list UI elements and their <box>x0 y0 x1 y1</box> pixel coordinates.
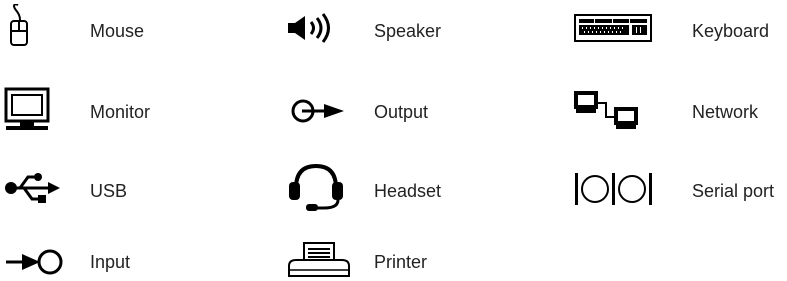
legend-label-input: Input <box>90 252 131 272</box>
input-icon <box>6 249 63 275</box>
headset-icon <box>289 164 343 211</box>
legend-label-output: Output <box>374 102 429 122</box>
legend-label-mouse: Mouse <box>90 21 145 41</box>
speaker-icon <box>288 13 330 43</box>
printer-icon <box>288 242 350 277</box>
serial-port-icon <box>575 173 652 205</box>
legend-label-serial-port: Serial port <box>692 181 775 201</box>
legend-label-monitor: Monitor <box>90 102 151 122</box>
legend-label-network: Network <box>692 102 759 122</box>
output-icon <box>291 99 344 123</box>
network-icon <box>574 91 638 129</box>
legend-label-keyboard: Keyboard <box>692 21 770 41</box>
legend-label-usb: USB <box>90 181 128 201</box>
icon-legend: Mouse Speaker Keyboard Monitor Output Ne… <box>0 0 787 281</box>
mouse-icon <box>10 4 28 46</box>
monitor-icon <box>4 87 50 130</box>
keyboard-icon <box>574 14 652 42</box>
legend-label-speaker: Speaker <box>374 21 442 41</box>
legend-label-headset: Headset <box>374 181 442 201</box>
usb-icon <box>5 173 60 203</box>
legend-label-printer: Printer <box>374 252 428 272</box>
